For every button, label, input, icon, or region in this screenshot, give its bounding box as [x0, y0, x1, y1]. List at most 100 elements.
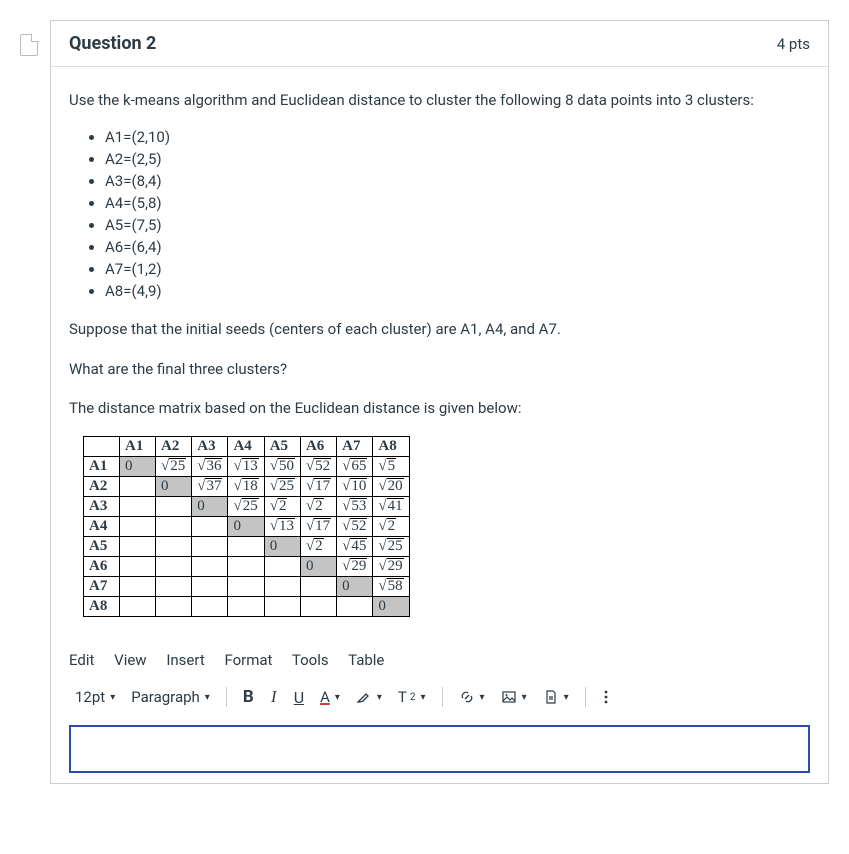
bold-button[interactable]: B: [237, 683, 260, 711]
matrix-cell: 0: [156, 477, 192, 497]
list-item: A6=(6,4): [105, 238, 810, 256]
matrix-row-header: A5: [84, 537, 120, 557]
font-size-select[interactable]: 12pt ▾: [69, 684, 121, 710]
matrix-header-cell: [84, 437, 120, 457]
matrix-cell: √18: [228, 477, 264, 497]
matrix-row-header: A8: [84, 597, 120, 617]
file-icon: [543, 689, 559, 705]
matrix-cell: [156, 557, 192, 577]
matrix-cell: [192, 557, 228, 577]
matrix-header-cell: A2: [156, 437, 192, 457]
matrix-cell: √25: [373, 537, 409, 557]
question-points: 4 pts: [777, 35, 810, 53]
table-row: A60√29√29: [84, 557, 410, 577]
list-item: A3=(8,4): [105, 172, 810, 190]
matrix-row-header: A1: [84, 457, 120, 477]
matrix-cell: [192, 577, 228, 597]
separator: [585, 687, 586, 707]
matrix-cell: √36: [192, 457, 228, 477]
text-color-button[interactable]: A▾: [314, 684, 346, 710]
matrix-cell: 0: [264, 537, 300, 557]
link-icon: [459, 689, 475, 705]
matrix-cell: [120, 557, 156, 577]
matrix-row-header: A4: [84, 517, 120, 537]
image-button[interactable]: ▾: [495, 685, 533, 709]
chevron-down-icon: ▾: [203, 692, 210, 703]
matrix-cell: √10: [337, 477, 373, 497]
matrix-header-cell: A6: [300, 437, 336, 457]
matrix-row-header: A6: [84, 557, 120, 577]
more-vertical-icon: [604, 689, 608, 705]
menu-table[interactable]: Table: [348, 651, 384, 669]
list-item: A4=(5,8): [105, 194, 810, 212]
data-points-list: A1=(2,10) A2=(2,5) A3=(8,4) A4=(5,8) A5=…: [69, 128, 810, 300]
matrix-cell: [192, 537, 228, 557]
italic-button[interactable]: I: [264, 683, 284, 711]
matrix-cell: √17: [300, 477, 336, 497]
matrix-cell: √13: [228, 457, 264, 477]
font-size-label: 12pt: [75, 688, 105, 706]
matrix-cell: [192, 597, 228, 617]
matrix-cell: 0: [373, 597, 409, 617]
matrix-cell: [264, 577, 300, 597]
menu-view[interactable]: View: [114, 651, 146, 669]
block-type-label: Paragraph: [131, 688, 200, 706]
highlight-icon: [356, 689, 372, 705]
matrix-cell: [228, 597, 264, 617]
document-button[interactable]: ▾: [537, 685, 575, 709]
matrix-cell: √45: [337, 537, 373, 557]
question-card: Question 2 4 pts Use the k-means algorit…: [50, 20, 829, 784]
matrix-cell: [120, 577, 156, 597]
seeds-text: Suppose that the initial seeds (centers …: [69, 318, 810, 341]
matrix-cell: √65: [337, 457, 373, 477]
matrix-cell: 0: [337, 577, 373, 597]
menu-tools[interactable]: Tools: [292, 651, 329, 669]
matrix-cell: [156, 517, 192, 537]
matrix-cell: 0: [120, 457, 156, 477]
matrix-header-cell: A1: [120, 437, 156, 457]
menu-edit[interactable]: Edit: [69, 651, 94, 669]
matrix-cell: [156, 497, 192, 517]
matrix-cell: [156, 577, 192, 597]
answer-editor[interactable]: [69, 725, 810, 773]
matrix-cell: [228, 557, 264, 577]
matrix-cell: √13: [264, 517, 300, 537]
matrix-cell: √25: [156, 457, 192, 477]
menu-format[interactable]: Format: [224, 651, 272, 669]
matrix-cell: √52: [337, 517, 373, 537]
chevron-down-icon: ▾: [520, 692, 527, 703]
matrix-intro: The distance matrix based on the Euclide…: [69, 397, 810, 420]
matrix-cell: √37: [192, 477, 228, 497]
editor-menubar: Edit View Insert Format Tools Table: [69, 651, 810, 669]
matrix-cell: √25: [264, 477, 300, 497]
chevron-down-icon: ▾: [478, 692, 485, 703]
matrix-cell: [300, 577, 336, 597]
question-intro: Use the k-means algorithm and Euclidean …: [69, 89, 810, 112]
highlight-button[interactable]: ▾: [350, 685, 388, 709]
list-item: A7=(1,2): [105, 260, 810, 278]
matrix-row-header: A7: [84, 577, 120, 597]
matrix-cell: √2: [300, 497, 336, 517]
matrix-cell: √41: [373, 497, 409, 517]
table-row: A20√37√18√25√17√10√20: [84, 477, 410, 497]
table-row: A50√2√45√25: [84, 537, 410, 557]
matrix-cell: [228, 537, 264, 557]
table-row: A10√25√36√13√50√52√65√5: [84, 457, 410, 477]
menu-insert[interactable]: Insert: [166, 651, 204, 669]
more-button[interactable]: [596, 685, 616, 709]
matrix-cell: [156, 597, 192, 617]
matrix-cell: √29: [337, 557, 373, 577]
matrix-cell: [337, 597, 373, 617]
link-button[interactable]: ▾: [453, 685, 491, 709]
matrix-cell: [120, 517, 156, 537]
block-type-select[interactable]: Paragraph ▾: [125, 684, 216, 710]
question-title: Question 2: [69, 33, 156, 54]
question-header: Question 2 4 pts: [51, 21, 828, 67]
matrix-cell: √2: [264, 497, 300, 517]
matrix-cell: [120, 477, 156, 497]
matrix-cell: √52: [300, 457, 336, 477]
superscript-button[interactable]: T2▾: [392, 684, 432, 710]
underline-button[interactable]: U: [288, 684, 310, 711]
matrix-cell: √20: [373, 477, 409, 497]
matrix-header-cell: A3: [192, 437, 228, 457]
